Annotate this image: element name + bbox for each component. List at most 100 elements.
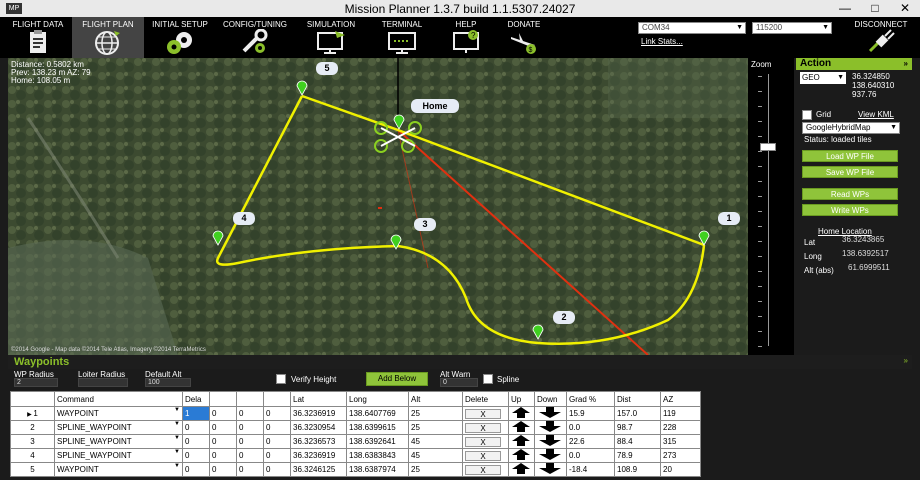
table-row[interactable]: 2 SPLINE_WAYPOINT ▼ 0 0 0 0 36.3230954 138.63996… [10, 420, 701, 435]
action-header[interactable]: Action » [796, 58, 912, 70]
command-select[interactable]: WAYPOINT ▼ [54, 406, 183, 421]
param3-cell[interactable]: 0 [236, 434, 264, 449]
menu-config-tuning[interactable]: CONFIG/TUNING [216, 17, 294, 58]
default-alt-input[interactable]: 100 [145, 378, 191, 387]
col-delete[interactable]: Delete [462, 391, 509, 407]
lat-cell[interactable]: 36.3236573 [290, 434, 347, 449]
long-cell[interactable]: 138.6392641 [346, 434, 409, 449]
long-cell[interactable]: 138.6407769 [346, 406, 409, 421]
delete-button[interactable]: X [462, 462, 509, 477]
read-wps-button[interactable]: Read WPs [802, 188, 898, 200]
close-button[interactable]: ✕ [890, 0, 920, 17]
lat-cell[interactable]: 36.3230954 [290, 420, 347, 435]
col-param2[interactable] [209, 391, 237, 407]
col-param4[interactable] [263, 391, 291, 407]
view-kml-link[interactable]: View KML [858, 110, 894, 119]
delete-button[interactable]: X [462, 448, 509, 463]
spline-checkbox[interactable] [483, 374, 493, 384]
zoom-track[interactable] [768, 74, 769, 346]
param4-cell[interactable]: 0 [263, 462, 291, 477]
command-select[interactable]: WAYPOINT ▼ [54, 462, 183, 477]
move-up-button[interactable] [508, 448, 535, 463]
move-down-button[interactable] [534, 420, 567, 435]
move-up-button[interactable] [508, 434, 535, 449]
load-wp-file-button[interactable]: Load WP File [802, 150, 898, 162]
loiter-radius-input[interactable] [78, 378, 128, 387]
alt-cell[interactable]: 25 [408, 462, 463, 477]
minimize-button[interactable]: — [830, 0, 860, 17]
write-wps-button[interactable]: Write WPs [802, 204, 898, 216]
menu-flight-data[interactable]: FLIGHT DATA [4, 17, 72, 58]
param1-cell[interactable]: 0 [182, 448, 210, 463]
move-down-button[interactable] [534, 434, 567, 449]
col-alt[interactable]: Alt [408, 391, 463, 407]
port-select[interactable]: COM34 ▼ [638, 22, 746, 34]
delete-button[interactable]: X [462, 420, 509, 435]
param4-cell[interactable]: 0 [263, 448, 291, 463]
move-down-button[interactable] [534, 448, 567, 463]
map-type-select[interactable]: GoogleHybridMap ▼ [802, 122, 900, 134]
param1-cell[interactable]: 0 [182, 462, 210, 477]
alt-cell[interactable]: 45 [408, 434, 463, 449]
param3-cell[interactable]: 0 [236, 448, 264, 463]
menu-terminal[interactable]: TERMINAL [366, 17, 438, 58]
delete-button[interactable]: X [462, 434, 509, 449]
move-down-button[interactable] [534, 406, 567, 421]
param2-cell[interactable]: 0 [209, 434, 237, 449]
command-select[interactable]: SPLINE_WAYPOINT ▼ [54, 420, 183, 435]
col-az[interactable]: AZ [660, 391, 701, 407]
col-long[interactable]: Long [346, 391, 409, 407]
home-lng-field[interactable]: 138.6392517 [840, 250, 902, 260]
col-up[interactable]: Up [508, 391, 535, 407]
move-up-button[interactable] [508, 406, 535, 421]
param2-cell[interactable]: 0 [209, 420, 237, 435]
home-lat-field[interactable]: 36.3243865 [840, 236, 902, 246]
col-down[interactable]: Down [534, 391, 567, 407]
col-delay[interactable]: Dela [182, 391, 210, 407]
param2-cell[interactable]: 0 [209, 406, 237, 421]
table-row[interactable]: ▶ 1 WAYPOINT ▼ 1 0 0 0 36.3236919 138.6407769 25 X… [10, 406, 701, 421]
disconnect-button[interactable]: DISCONNECT [846, 17, 916, 58]
waypoints-header[interactable]: Waypoints » [8, 355, 912, 369]
param1-cell[interactable]: 1 [182, 406, 210, 421]
alt-warn-input[interactable]: 0 [440, 378, 478, 387]
lat-cell[interactable]: 36.3246125 [290, 462, 347, 477]
col-lat[interactable]: Lat [290, 391, 347, 407]
param2-cell[interactable]: 0 [209, 462, 237, 477]
alt-cell[interactable]: 25 [408, 420, 463, 435]
alt-cell[interactable]: 25 [408, 406, 463, 421]
long-cell[interactable]: 138.6399615 [346, 420, 409, 435]
move-up-button[interactable] [508, 462, 535, 477]
col-grad[interactable]: Grad % [566, 391, 615, 407]
alt-cell[interactable]: 45 [408, 448, 463, 463]
param4-cell[interactable]: 0 [263, 420, 291, 435]
lat-cell[interactable]: 36.3236919 [290, 448, 347, 463]
menu-initial-setup[interactable]: INITIAL SETUP [144, 17, 216, 58]
param3-cell[interactable]: 0 [236, 406, 264, 421]
menu-flight-plan[interactable]: FLIGHT PLAN [72, 17, 144, 58]
wp-radius-input[interactable]: 2 [14, 378, 58, 387]
verify-height-checkbox[interactable] [276, 374, 286, 384]
command-select[interactable]: SPLINE_WAYPOINT ▼ [54, 448, 183, 463]
col-command[interactable]: Command [54, 391, 183, 407]
param1-cell[interactable]: 0 [182, 434, 210, 449]
param1-cell[interactable]: 0 [182, 420, 210, 435]
param4-cell[interactable]: 0 [263, 434, 291, 449]
menu-help[interactable]: HELP ? [438, 17, 494, 58]
param2-cell[interactable]: 0 [209, 448, 237, 463]
add-below-button[interactable]: Add Below [366, 372, 428, 386]
link-stats-link[interactable]: Link Stats... [641, 37, 683, 46]
baud-select[interactable]: 115200 ▼ [752, 22, 832, 34]
col-param3[interactable] [236, 391, 264, 407]
param3-cell[interactable]: 0 [236, 420, 264, 435]
grid-checkbox[interactable] [802, 110, 812, 120]
param4-cell[interactable]: 0 [263, 406, 291, 421]
table-row[interactable]: 5 WAYPOINT ▼ 0 0 0 0 36.3246125 138.6387974 25 X -1… [10, 462, 701, 477]
home-alt-field[interactable]: 61.6999511 [846, 264, 904, 274]
zoom-slider-thumb[interactable] [760, 143, 776, 152]
maximize-button[interactable]: □ [860, 0, 890, 17]
map-view[interactable]: Distance: 0.5802 km Prev: 138.23 m AZ: 7… [8, 58, 748, 355]
long-cell[interactable]: 138.6383843 [346, 448, 409, 463]
table-row[interactable]: 4 SPLINE_WAYPOINT ▼ 0 0 0 0 36.3236919 138.63838… [10, 448, 701, 463]
long-cell[interactable]: 138.6387974 [346, 462, 409, 477]
